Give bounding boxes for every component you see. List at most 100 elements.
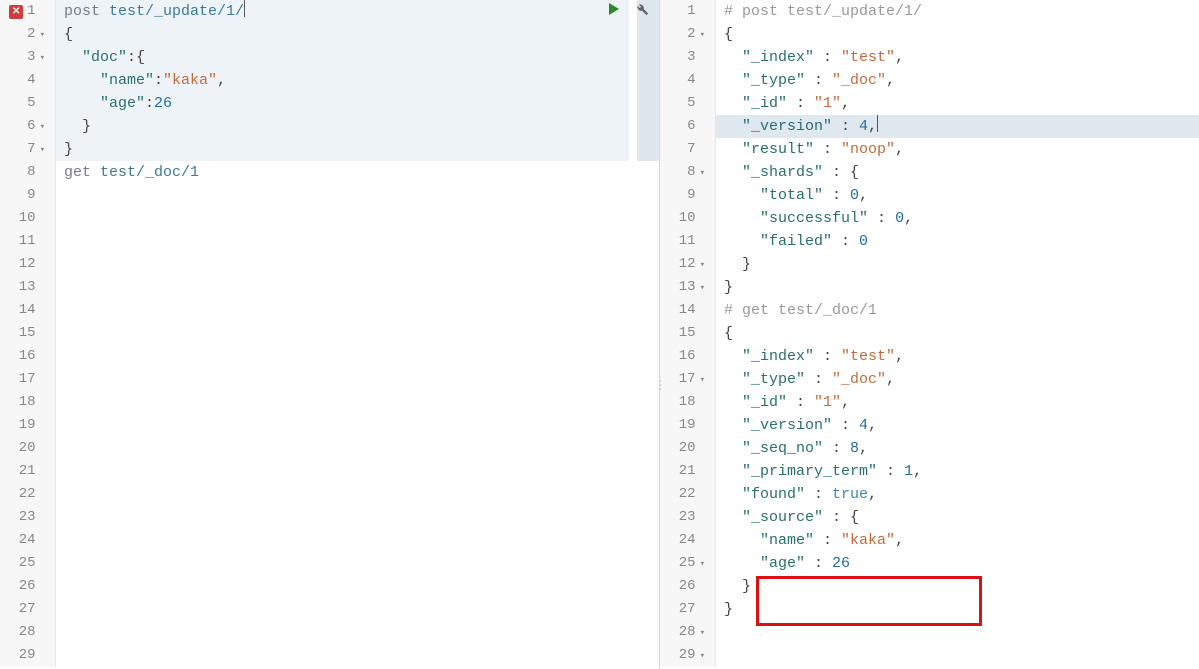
code-line[interactable]: "successful" : 0, (724, 207, 1199, 230)
fold-arrow-icon[interactable]: ▾ (700, 277, 705, 300)
gutter-line: 29▾ (660, 644, 705, 667)
gutter-line: 21▾ (0, 460, 45, 483)
code-line[interactable]: post test/_update/1/ (64, 0, 659, 23)
fold-arrow-icon[interactable]: ▾ (700, 162, 705, 185)
line-number: 29 (19, 644, 36, 667)
response-viewer[interactable]: ⋮ 1▾2▾3▾4▾5▾6▾7▾8▾9▾10▾11▾12▾13▾14▾15▾16… (660, 0, 1199, 669)
line-number: 14 (19, 299, 36, 322)
line-number: 23 (19, 506, 36, 529)
split-handle-icon[interactable]: ⋮ (660, 384, 666, 388)
fold-arrow-icon[interactable]: ▾ (40, 116, 45, 139)
code-line[interactable]: "_seq_no" : 8, (724, 437, 1199, 460)
run-icon[interactable] (607, 2, 621, 16)
code-line[interactable]: "_id" : "1", (724, 92, 1199, 115)
line-number: 15 (679, 322, 696, 345)
line-number: 14 (679, 299, 696, 322)
gutter-line: 14▾ (660, 299, 705, 322)
gutter-line: 25▾ (660, 552, 705, 575)
code-line[interactable]: } (64, 115, 659, 138)
fold-arrow-icon[interactable]: ▾ (700, 645, 705, 668)
code-line[interactable]: "_index" : "test", (724, 46, 1199, 69)
line-number: 7 (687, 138, 695, 161)
gutter-line: 13▾ (0, 276, 45, 299)
fold-arrow-icon[interactable]: ▾ (40, 24, 45, 47)
line-number: 16 (679, 345, 696, 368)
right-gutter: 1▾2▾3▾4▾5▾6▾7▾8▾9▾10▾11▾12▾13▾14▾15▾16▾1… (660, 0, 716, 667)
code-line[interactable]: "age" : 26 (724, 552, 1199, 575)
gutter-line: 28▾ (660, 621, 705, 644)
gutter-line: 29▾ (0, 644, 45, 667)
gutter-line: 11▾ (0, 230, 45, 253)
code-line[interactable]: { (724, 322, 1199, 345)
gutter-line: 12▾ (0, 253, 45, 276)
code-line[interactable]: "_type" : "_doc", (724, 368, 1199, 391)
line-number: 23 (679, 506, 696, 529)
gutter-line: 19▾ (660, 414, 705, 437)
gutter-line: 22▾ (660, 483, 705, 506)
line-number: 9 (27, 184, 35, 207)
line-number: 13 (19, 276, 36, 299)
fold-arrow-icon[interactable]: ▾ (40, 47, 45, 70)
gutter-line: 18▾ (660, 391, 705, 414)
wrench-icon[interactable] (635, 2, 649, 16)
right-code-area[interactable]: # post test/_update/1/{ "_index" : "test… (716, 0, 1199, 667)
gutter-line: 23▾ (660, 506, 705, 529)
code-line[interactable]: { (724, 23, 1199, 46)
code-line[interactable]: "failed" : 0 (724, 230, 1199, 253)
fold-arrow-icon[interactable]: ▾ (700, 254, 705, 277)
code-line[interactable]: } (724, 575, 1199, 598)
line-number: 19 (19, 414, 36, 437)
gutter-line: 11▾ (660, 230, 705, 253)
code-line[interactable]: # get test/_doc/1 (724, 299, 1199, 322)
line-number: 28 (679, 621, 696, 644)
fold-arrow-icon[interactable]: ▾ (40, 139, 45, 162)
request-editor[interactable]: ✕1▾2▾3▾4▾5▾6▾7▾8▾9▾10▾11▾12▾13▾14▾15▾16▾… (0, 0, 660, 669)
gutter-line: 6▾ (0, 115, 45, 138)
gutter-line: 12▾ (660, 253, 705, 276)
error-icon: ✕ (9, 5, 23, 19)
code-line[interactable]: "_version" : 4, (724, 115, 1199, 138)
code-line[interactable]: "doc":{ (64, 46, 659, 69)
code-line[interactable]: "_primary_term" : 1, (724, 460, 1199, 483)
line-number: 8 (27, 161, 35, 184)
gutter-line: 23▾ (0, 506, 45, 529)
code-line[interactable]: get test/_doc/1 (64, 161, 659, 184)
gutter-line: 8▾ (660, 161, 705, 184)
code-line[interactable]: "name" : "kaka", (724, 529, 1199, 552)
code-line[interactable]: "found" : true, (724, 483, 1199, 506)
line-number: 3 (687, 46, 695, 69)
gutter-line: 19▾ (0, 414, 45, 437)
code-line[interactable]: } (724, 253, 1199, 276)
gutter-line: 1▾ (660, 0, 705, 23)
code-line[interactable]: "age":26 (64, 92, 659, 115)
left-code-area[interactable]: post test/_update/1/{ "doc":{ "name":"ka… (56, 0, 659, 667)
line-number: 11 (679, 230, 696, 253)
code-line[interactable]: } (64, 138, 659, 161)
gutter-line: 10▾ (660, 207, 705, 230)
code-line[interactable]: { (64, 23, 659, 46)
code-line[interactable]: } (724, 276, 1199, 299)
fold-arrow-icon[interactable]: ▾ (700, 24, 705, 47)
line-number: 17 (19, 368, 36, 391)
fold-arrow-icon[interactable]: ▾ (700, 369, 705, 392)
line-number: 20 (19, 437, 36, 460)
code-line[interactable]: "total" : 0, (724, 184, 1199, 207)
code-line[interactable]: # post test/_update/1/ (724, 0, 1199, 23)
code-line[interactable]: "result" : "noop", (724, 138, 1199, 161)
line-number: 1 (27, 0, 35, 23)
code-line[interactable]: "_version" : 4, (724, 414, 1199, 437)
code-line[interactable]: "_index" : "test", (724, 345, 1199, 368)
fold-arrow-icon[interactable]: ▾ (700, 622, 705, 645)
code-line[interactable]: "_shards" : { (724, 161, 1199, 184)
gutter-line: 7▾ (0, 138, 45, 161)
code-line[interactable]: "_type" : "_doc", (724, 69, 1199, 92)
fold-arrow-icon[interactable]: ▾ (700, 553, 705, 576)
gutter-line: 13▾ (660, 276, 705, 299)
code-line[interactable]: "_id" : "1", (724, 391, 1199, 414)
code-line[interactable]: "name":"kaka", (64, 69, 659, 92)
gutter-line: 18▾ (0, 391, 45, 414)
code-line[interactable]: } (724, 598, 1199, 621)
gutter-line: 24▾ (660, 529, 705, 552)
code-line[interactable]: "_source" : { (724, 506, 1199, 529)
gutter-line: 5▾ (660, 92, 705, 115)
